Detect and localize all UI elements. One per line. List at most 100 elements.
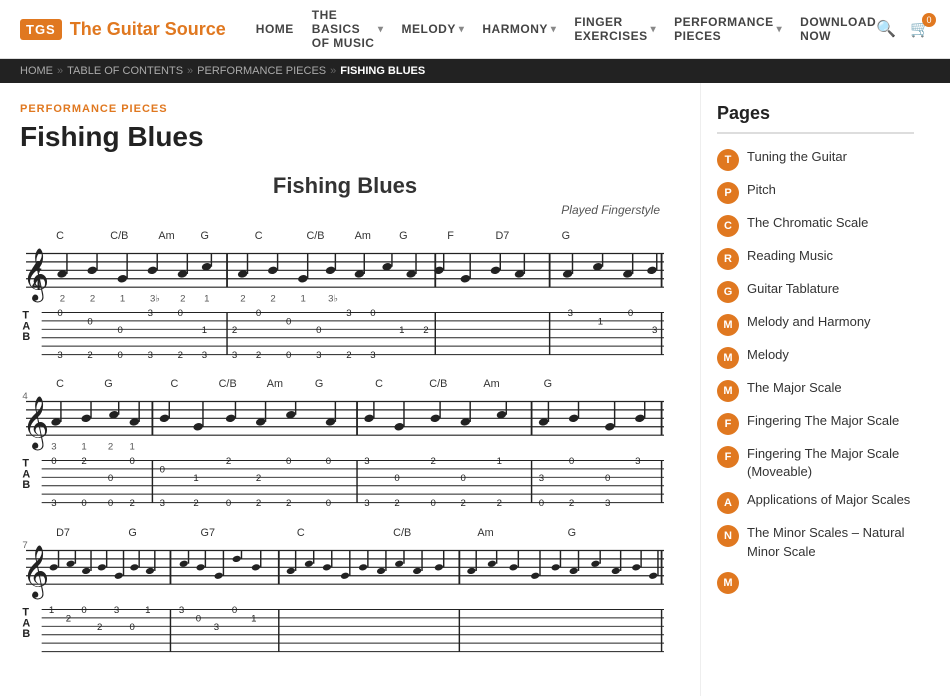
svg-text:3: 3	[652, 325, 657, 336]
sidebar-item-chromatic[interactable]: C The Chromatic Scale	[717, 214, 914, 237]
svg-text:2: 2	[66, 613, 71, 624]
sidebar-label-applications: Applications of Major Scales	[747, 491, 910, 509]
svg-text:0: 0	[256, 308, 261, 319]
sidebar-badge-g: G	[717, 281, 739, 303]
breadcrumb-current: FISHING BLUES	[340, 65, 425, 77]
svg-text:0: 0	[57, 308, 62, 319]
sidebar-badge-c: C	[717, 215, 739, 237]
sidebar-item-major-scale[interactable]: M The Major Scale	[717, 379, 914, 402]
nav-melody[interactable]: MELODY ▾	[401, 22, 464, 36]
sheet-music-title: Fishing Blues	[20, 173, 670, 199]
sidebar-label-fingering: Fingering The Major Scale	[747, 412, 899, 430]
svg-text:1: 1	[193, 473, 198, 484]
svg-text:C/B: C/B	[429, 378, 447, 390]
svg-text:1: 1	[49, 605, 54, 616]
sidebar-item-reading[interactable]: R Reading Music	[717, 247, 914, 270]
svg-text:3: 3	[214, 622, 219, 633]
nav-home[interactable]: HOME	[256, 22, 294, 36]
cart-wrapper[interactable]: 🛒 0	[910, 19, 930, 39]
breadcrumb-home[interactable]: HOME	[20, 65, 53, 77]
svg-text:0: 0	[394, 473, 399, 484]
svg-text:0: 0	[51, 456, 56, 467]
svg-text:Am: Am	[355, 230, 371, 242]
svg-text:2: 2	[270, 294, 275, 305]
staff-1: C C/B Am G C C/B Am G F D7 G 4 4	[20, 227, 670, 359]
sidebar: Pages T Tuning the Guitar P Pitch C The …	[700, 83, 930, 696]
staff-3: D7 G G7 C C/B Am G 7 𝄞	[20, 524, 670, 656]
svg-text:3: 3	[539, 473, 544, 484]
sidebar-item-fingering[interactable]: F Fingering The Major Scale	[717, 412, 914, 435]
svg-text:𝄞: 𝄞	[22, 248, 49, 303]
sidebar-badge-m2: M	[717, 347, 739, 369]
svg-text:Am: Am	[158, 230, 174, 242]
svg-text:2: 2	[130, 499, 135, 508]
sidebar-label-reading: Reading Music	[747, 247, 833, 265]
svg-text:B: B	[22, 628, 30, 640]
svg-text:3: 3	[148, 350, 153, 359]
sidebar-item-applications[interactable]: A Applications of Major Scales	[717, 491, 914, 514]
svg-text:2: 2	[394, 499, 399, 508]
page-title: Fishing Blues	[20, 121, 670, 153]
svg-text:2: 2	[423, 325, 428, 336]
main-content: PERFORMANCE PIECES Fishing Blues Fishing…	[0, 83, 950, 696]
svg-text:C: C	[375, 378, 383, 390]
svg-text:3: 3	[346, 308, 351, 319]
svg-text:1: 1	[399, 325, 404, 336]
nav-basics[interactable]: THE BASICS OF MUSIC ▾	[312, 8, 384, 50]
svg-text:1: 1	[251, 613, 256, 624]
svg-text:C/B: C/B	[393, 527, 411, 539]
svg-text:3♭: 3♭	[150, 294, 160, 305]
svg-text:0: 0	[316, 325, 321, 336]
nav-download[interactable]: DOWNLOAD NOW	[800, 15, 876, 43]
search-icon[interactable]: 🔍	[876, 19, 896, 39]
breadcrumb-toc[interactable]: TABLE OF CONTENTS	[67, 65, 183, 77]
svg-text:0: 0	[569, 456, 574, 467]
sidebar-item-m-last[interactable]: M	[717, 571, 914, 594]
svg-text:1: 1	[300, 294, 305, 305]
svg-text:1: 1	[497, 456, 502, 467]
svg-text:2: 2	[256, 350, 261, 359]
sidebar-item-pitch[interactable]: P Pitch	[717, 181, 914, 204]
svg-text:3: 3	[364, 499, 369, 508]
sidebar-label-guitar-tab: Guitar Tablature	[747, 280, 839, 298]
svg-text:G: G	[399, 230, 407, 242]
sidebar-item-tuning[interactable]: T Tuning the Guitar	[717, 148, 914, 171]
svg-text:2: 2	[178, 350, 183, 359]
svg-text:0: 0	[108, 473, 113, 484]
svg-text:C: C	[56, 378, 64, 390]
nav-performance[interactable]: PERFORMANCE PIECES ▾	[674, 15, 782, 43]
sidebar-badge-r: R	[717, 248, 739, 270]
svg-text:G: G	[128, 527, 136, 539]
sidebar-label-tuning: Tuning the Guitar	[747, 148, 847, 166]
svg-text:C/B: C/B	[306, 230, 324, 242]
svg-text:2: 2	[346, 350, 351, 359]
svg-text:3: 3	[232, 350, 237, 359]
svg-text:C/B: C/B	[110, 230, 128, 242]
svg-text:3: 3	[605, 499, 610, 508]
sidebar-label-melody: Melody	[747, 346, 789, 364]
svg-text:3: 3	[364, 456, 369, 467]
svg-text:1: 1	[145, 605, 150, 616]
svg-text:2: 2	[461, 499, 466, 508]
svg-text:3: 3	[179, 605, 184, 616]
nav-finger[interactable]: FINGER EXERCISES ▾	[574, 15, 656, 43]
sidebar-item-melody[interactable]: M Melody	[717, 346, 914, 369]
svg-text:2: 2	[569, 499, 574, 508]
svg-text:D7: D7	[56, 527, 70, 539]
logo-area[interactable]: TGS The Guitar Source	[20, 19, 226, 40]
svg-text:D7: D7	[495, 230, 509, 242]
breadcrumb-performance[interactable]: PERFORMANCE PIECES	[197, 65, 326, 77]
svg-text:2: 2	[87, 350, 92, 359]
svg-text:𝄞: 𝄞	[22, 396, 49, 451]
nav-harmony[interactable]: HARMONY ▾	[482, 22, 556, 36]
svg-text:1: 1	[120, 294, 125, 305]
sidebar-item-fingering-moveable[interactable]: F Fingering The Major Scale (Moveable)	[717, 445, 914, 481]
svg-text:1: 1	[204, 294, 209, 305]
sidebar-label-chromatic: The Chromatic Scale	[747, 214, 868, 232]
logo-text: The Guitar Source	[70, 19, 226, 40]
sidebar-item-melody-harmony[interactable]: M Melody and Harmony	[717, 313, 914, 336]
sidebar-item-guitar-tab[interactable]: G Guitar Tablature	[717, 280, 914, 303]
sidebar-item-minor-scale[interactable]: N The Minor Scales – Natural Minor Scale	[717, 524, 914, 560]
svg-text:B: B	[22, 480, 30, 492]
svg-text:3: 3	[202, 350, 207, 359]
